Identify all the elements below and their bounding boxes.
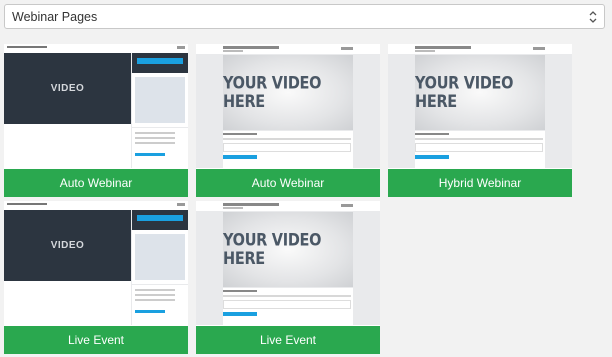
template-card-live-event-2[interactable]: YOUR VIDEO HERE Live Event — [196, 201, 380, 354]
template-thumbnail: VIDEO — [4, 44, 188, 168]
video-placeholder: VIDEO — [4, 53, 131, 124]
page-type-select[interactable]: Webinar Pages — [4, 4, 605, 29]
video-placeholder: VIDEO — [4, 210, 131, 281]
template-label: Auto Webinar — [4, 169, 188, 197]
template-card-hybrid-webinar[interactable]: YOUR VIDEO HERE Hybrid Webinar — [388, 44, 572, 197]
page-type-select-value: Webinar Pages — [12, 10, 98, 24]
template-card-auto-webinar[interactable]: VIDEO Auto Webinar — [4, 44, 188, 197]
video-placeholder: YOUR VIDEO HERE — [223, 55, 353, 130]
template-thumbnail: VIDEO — [4, 201, 188, 325]
template-label: Hybrid Webinar — [388, 169, 572, 197]
template-label: Auto Webinar — [196, 169, 380, 197]
template-card-auto-webinar-2[interactable]: YOUR VIDEO HERE Auto Webinar — [196, 44, 380, 197]
template-thumbnail: YOUR VIDEO HERE — [196, 201, 380, 325]
template-card-live-event[interactable]: VIDEO Live Event — [4, 201, 188, 354]
video-placeholder: YOUR VIDEO HERE — [415, 55, 545, 130]
template-label: Live Event — [4, 326, 188, 354]
chevron-updown-icon — [589, 11, 597, 23]
template-thumbnail: YOUR VIDEO HERE — [196, 44, 380, 168]
video-placeholder: YOUR VIDEO HERE — [223, 212, 353, 287]
template-label: Live Event — [196, 326, 380, 354]
template-thumbnail: YOUR VIDEO HERE — [388, 44, 572, 168]
